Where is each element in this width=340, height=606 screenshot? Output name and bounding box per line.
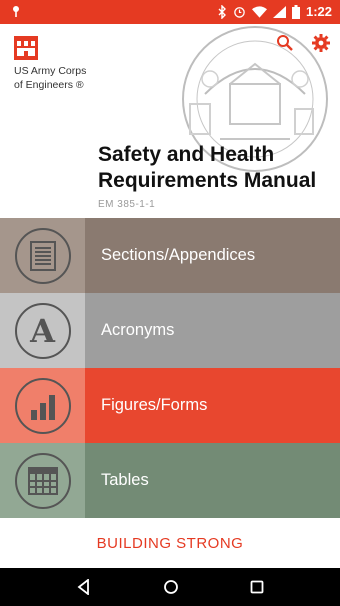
home-icon[interactable] xyxy=(163,579,179,595)
menu-item-sections[interactable]: Sections/Appendices xyxy=(0,218,340,293)
title-line1: Safety and Health xyxy=(98,143,275,166)
title-line2: Requirements Manual xyxy=(98,169,317,192)
recents-icon[interactable] xyxy=(250,580,264,594)
bar-chart-icon xyxy=(14,377,71,434)
back-icon[interactable] xyxy=(76,579,92,595)
status-bar: 1:22 xyxy=(0,0,340,24)
document-icon xyxy=(14,227,71,284)
menu-item-figures[interactable]: Figures/Forms xyxy=(0,368,340,443)
menu-item-tables[interactable]: Tables xyxy=(0,443,340,518)
menu-label: Tables xyxy=(85,443,340,518)
search-icon[interactable] xyxy=(276,34,294,52)
bluetooth-icon xyxy=(218,4,226,19)
android-nav-bar xyxy=(0,568,340,606)
clock-time: 1:22 xyxy=(305,4,332,19)
notification-icon xyxy=(9,4,23,23)
menu-label: Sections/Appendices xyxy=(85,218,340,293)
table-icon xyxy=(14,452,71,509)
menu-label: Figures/Forms xyxy=(85,368,340,443)
signal-icon xyxy=(272,5,286,18)
alarm-icon xyxy=(234,7,245,18)
letter-a-icon: A xyxy=(14,302,71,359)
org-name-line2: of Engineers ® xyxy=(14,79,84,91)
battery-icon xyxy=(291,4,300,19)
wifi-icon xyxy=(251,5,267,18)
manual-number: EM 385-1-1 xyxy=(98,199,156,210)
org-name-line1: US Army Corps xyxy=(14,65,87,77)
settings-gear-icon[interactable] xyxy=(312,34,330,52)
usace-logo: US Army Corps of Engineers ® xyxy=(14,36,86,92)
menu-item-acronyms[interactable]: A Acronyms xyxy=(0,293,340,368)
building-strong-footer: BUILDING STRONG xyxy=(0,518,340,568)
page-title: Safety and Health Requirements Manual xyxy=(98,142,316,194)
app-header: US Army Corps of Engineers ® Safety and … xyxy=(0,24,340,218)
castle-logo-icon xyxy=(14,36,38,60)
menu-label: Acronyms xyxy=(85,293,340,368)
